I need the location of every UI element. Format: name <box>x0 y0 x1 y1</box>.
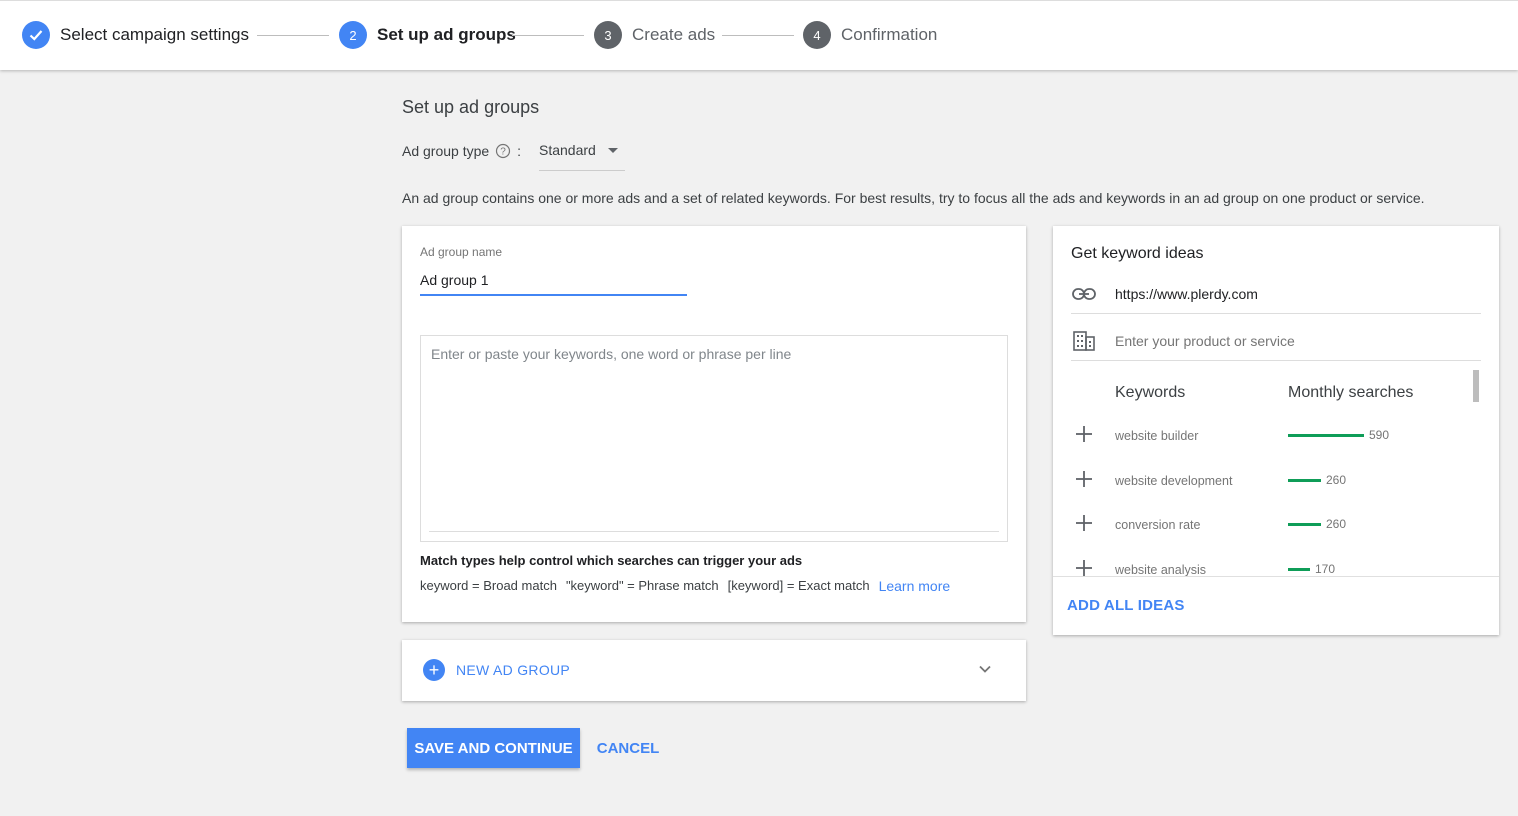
keyword-ideas-title: Get keyword ideas <box>1071 245 1204 262</box>
add-all-ideas-button[interactable]: ADD ALL IDEAS <box>1067 597 1185 614</box>
add-keyword-icon[interactable] <box>1075 425 1093 443</box>
step-number: 4 <box>803 21 831 49</box>
keywords-column-header: Keywords <box>1115 384 1186 401</box>
type-colon: : <box>517 143 522 159</box>
link-icon <box>1071 281 1097 307</box>
monthly-searches-value: 170 <box>1315 561 1336 576</box>
step-label: Select campaign settings <box>60 25 249 44</box>
add-keyword-icon[interactable] <box>1075 470 1093 488</box>
website-url-value: https://www.plerdy.com <box>1115 285 1258 302</box>
ad-group-name-label: Ad group name <box>420 245 503 259</box>
step-connector <box>257 35 329 36</box>
phrase-match-text: "keyword" = Phrase match <box>565 578 719 593</box>
keywords-underline <box>429 531 999 532</box>
ad-group-type-row: Ad group type ? : Standard <box>402 142 625 171</box>
step-label: Confirmation <box>841 25 938 44</box>
match-types-row: keyword = Broad match "keyword" = Phrase… <box>420 578 959 594</box>
monthly-searches-bar <box>1288 478 1321 482</box>
ad-group-type-label: Ad group type <box>402 143 490 159</box>
check-icon <box>22 21 50 49</box>
keyword-idea-row: conversion rate 260 <box>1053 501 1499 545</box>
progress-stepper: Select campaign settings 2 Set up ad gro… <box>0 0 1518 70</box>
monthly-searches-value: 260 <box>1326 472 1347 487</box>
keyword-ideas-list: website builder 590 website development 260… <box>1053 412 1499 576</box>
keyword-ideas-card: Get keyword ideas https://www.plerdy.com… <box>1053 226 1499 635</box>
ad-group-name-input[interactable] <box>420 266 687 296</box>
scrollbar-thumb[interactable] <box>1473 370 1479 402</box>
dropdown-arrow-icon <box>607 148 618 153</box>
exact-match-text: [keyword] = Exact match <box>727 578 870 593</box>
page-title: Set up ad groups <box>402 97 540 117</box>
keyword-idea-name: website analysis <box>1115 562 1207 577</box>
svg-text:?: ? <box>500 147 506 158</box>
save-and-continue-button[interactable]: SAVE AND CONTINUE <box>407 728 580 768</box>
website-url-field[interactable]: https://www.plerdy.com <box>1071 274 1481 314</box>
keyword-idea-row: website builder 590 <box>1053 412 1499 456</box>
keyword-idea-name: website development <box>1115 473 1233 488</box>
monthly-searches-bar <box>1288 523 1321 526</box>
step-confirmation[interactable]: 4 Confirmation <box>803 21 937 49</box>
keyword-idea-name: website builder <box>1115 429 1199 443</box>
add-keyword-icon[interactable] <box>1075 514 1093 532</box>
chevron-down-icon[interactable] <box>978 662 992 676</box>
step-select-campaign-settings[interactable]: Select campaign settings <box>22 21 249 49</box>
keyword-idea-row: website development 260 <box>1053 457 1499 501</box>
product-service-placeholder: Enter your product or service <box>1115 332 1295 349</box>
ad-group-description: An ad group contains one or more ads and… <box>402 190 1425 206</box>
add-keyword-icon[interactable] <box>1075 559 1093 577</box>
ideas-divider <box>1053 576 1499 577</box>
monthly-searches-bar <box>1288 567 1310 571</box>
keyword-idea-row: website analysis 170 <box>1053 546 1499 577</box>
add-circle-icon: + <box>423 659 445 681</box>
monthly-searches-column-header: Monthly searches <box>1288 384 1414 401</box>
step-number: 2 <box>339 21 367 49</box>
new-ad-group-label: NEW AD GROUP <box>456 662 571 678</box>
step-connector <box>722 35 794 36</box>
building-icon <box>1071 328 1097 354</box>
step-connector <box>512 35 584 36</box>
monthly-searches-value: 260 <box>1326 517 1347 531</box>
new-ad-group-card[interactable]: + NEW AD GROUP <box>402 640 1026 701</box>
ad-group-card: Ad group name Match types help control w… <box>402 226 1026 622</box>
step-set-up-ad-groups[interactable]: 2 Set up ad groups <box>339 21 516 49</box>
cancel-button[interactable]: CANCEL <box>590 728 666 768</box>
product-service-field[interactable]: Enter your product or service <box>1071 321 1481 361</box>
monthly-searches-bar <box>1288 434 1364 437</box>
help-icon[interactable]: ? <box>495 143 511 159</box>
ad-group-type-value: Standard <box>539 142 596 158</box>
ad-group-type-select[interactable]: Standard <box>539 141 625 171</box>
step-label: Set up ad groups <box>377 25 516 44</box>
keywords-box <box>420 335 1008 542</box>
learn-more-link[interactable]: Learn more <box>879 578 951 594</box>
monthly-searches-value: 590 <box>1369 428 1390 442</box>
broad-match-text: keyword = Broad match <box>420 578 557 593</box>
step-label: Create ads <box>632 25 716 44</box>
match-types-title: Match types help control which searches … <box>420 553 803 568</box>
step-number: 3 <box>594 21 622 49</box>
keyword-idea-name: conversion rate <box>1115 518 1201 532</box>
step-create-ads[interactable]: 3 Create ads <box>594 21 715 49</box>
keywords-textarea[interactable] <box>421 336 1007 532</box>
